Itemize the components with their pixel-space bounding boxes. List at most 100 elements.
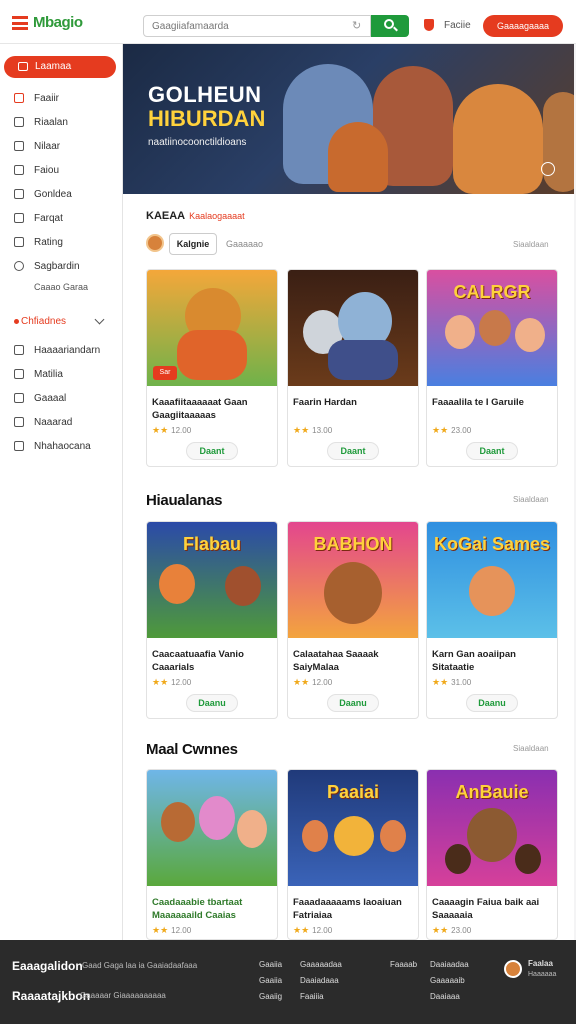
footer-link[interactable]: Daaiaaa — [430, 992, 460, 1001]
game-thumbnail[interactable]: CALRGR — [427, 270, 557, 386]
game-card[interactable]: BABHON Calaatahaa Saaaak SaiyMalaa ★★ 12.… — [287, 521, 419, 719]
game-title[interactable]: Caaaagin Faiua baik aai Saaaaaia — [432, 896, 554, 922]
info-icon[interactable] — [541, 162, 555, 176]
game-card[interactable]: Faarin Hardan ★★ 13.00 Daant — [287, 269, 419, 467]
footer-link[interactable]: Gaaaaaib — [430, 976, 465, 985]
play-button[interactable]: Daanu — [327, 694, 379, 712]
sidebar-item[interactable]: Gonldea — [12, 186, 116, 204]
game-thumbnail[interactable]: Paaiai — [288, 770, 418, 886]
main-content: GOLHEUN HIBURDAN naatiinocoonctildioans … — [123, 44, 574, 940]
sidebar-item-label: Laamaa — [35, 61, 72, 72]
sidebar-item[interactable]: Nhahaocana — [12, 438, 116, 456]
section-title: Hiaualanas — [146, 492, 223, 509]
hero-title: GOLHEUN — [148, 82, 262, 107]
see-all-link[interactable]: Siaaldaan — [513, 744, 549, 753]
filter-chip[interactable]: Kalgnie — [169, 233, 217, 255]
sidebar-item[interactable]: Faiou — [12, 162, 116, 180]
play-button[interactable]: Daanu — [466, 694, 518, 712]
game-thumbnail[interactable]: AnBauie — [427, 770, 557, 886]
game-title[interactable]: Caacaatuaafia Vanio Caaarials — [152, 648, 274, 674]
pencil-icon — [14, 237, 24, 247]
sidebar-item[interactable]: Rating — [12, 234, 116, 252]
site-logo[interactable]: Mbagio — [33, 14, 83, 31]
game-thumbnail[interactable]: Sar — [147, 270, 277, 386]
game-card[interactable]: CALRGR Faaaalila te I Garuile ★★ 23.00 Da… — [426, 269, 558, 467]
game-card[interactable]: Paaiai Faaadaaaaams Iaoaiuan Fatriaiaa ★… — [287, 769, 419, 940]
footer-logo[interactable]: Raaaatajkbon — [12, 989, 90, 1003]
sidebar-item[interactable]: Naaarad — [12, 414, 116, 432]
avatar[interactable] — [504, 960, 522, 978]
game-thumbnail[interactable] — [147, 770, 277, 886]
footer-link[interactable]: Daaiaadaa — [430, 960, 469, 969]
game-thumbnail[interactable]: BABHON — [288, 522, 418, 638]
user-sub: Haaaaaa — [528, 971, 557, 978]
menu-icon[interactable] — [12, 16, 28, 30]
sidebar-section-header[interactable]: Chfiadnes — [14, 316, 66, 327]
play-button[interactable]: Daant — [466, 442, 518, 460]
header-link[interactable]: Faciie — [444, 20, 471, 31]
game-card[interactable]: Flabau Caacaatuaafia Vanio Caaarials ★★ 1… — [146, 521, 278, 719]
game-thumbnail[interactable]: KoGai Sames — [427, 522, 557, 638]
avatar[interactable] — [146, 234, 164, 252]
footer-link[interactable]: Gaaiia — [259, 960, 282, 969]
footer-logo[interactable]: Eaaagalidon — [12, 959, 83, 973]
game-card[interactable]: Sar Kaaafiitaaaaaat Gaan Gaagiitaaaaas ★… — [146, 269, 278, 467]
hero-banner[interactable]: GOLHEUN HIBURDAN naatiinocoonctildioans — [123, 44, 574, 194]
sidebar-item[interactable]: Haaaariandarn — [12, 342, 116, 360]
rating: ★★ 12.00 — [152, 425, 192, 435]
top-bar: Mbagio Gaagiiafamaarda ↻ Faciie Gaaaagaa… — [0, 0, 576, 44]
search-input[interactable]: Gaagiiafamaarda — [143, 15, 371, 37]
sidebar-item[interactable]: Riaalan — [12, 114, 116, 132]
filter-label[interactable]: Gaaaaao — [226, 239, 263, 249]
see-all-link[interactable]: Siaaldaan — [513, 495, 549, 504]
game-title[interactable]: Caadaaabie tbartaat Maaaaaaild Caaias — [152, 896, 274, 922]
footer-link[interactable]: Gaaaaadaa — [300, 960, 342, 969]
rating: ★★ 13.00 — [293, 425, 333, 435]
game-thumbnail[interactable]: Flabau — [147, 522, 277, 638]
sidebar-item[interactable]: Faaiir — [12, 90, 116, 108]
box-icon — [14, 189, 24, 199]
game-thumbnail[interactable] — [288, 270, 418, 386]
see-all-link[interactable]: Siaaldaan — [513, 240, 549, 249]
sidebar-item[interactable]: Farqat — [12, 210, 116, 228]
shield-icon[interactable] — [424, 19, 434, 31]
image-icon — [14, 345, 24, 355]
game-title[interactable]: Faarin Hardan — [293, 396, 415, 409]
game-title[interactable]: Kaaafiitaaaaaat Gaan Gaagiitaaaaas — [152, 396, 274, 422]
thumbnail-title: BABHON — [313, 534, 393, 554]
badge: Sar — [153, 366, 177, 380]
clear-search-icon[interactable]: ↻ — [352, 19, 361, 32]
bookmark-icon — [14, 213, 24, 223]
footer-link[interactable]: Gaaiig — [259, 992, 282, 1001]
sidebar-item[interactable]: Sagbardin — [12, 258, 116, 276]
footer-link[interactable]: Gaaiia — [259, 976, 282, 985]
footer-link[interactable]: Faaiiia — [300, 992, 324, 1001]
game-title[interactable]: Faaadaaaaams Iaoaiuan Fatriaiaa — [293, 896, 415, 922]
game-card[interactable]: Caadaaabie tbartaat Maaaaaaild Caaias ★★… — [146, 769, 278, 940]
signup-button[interactable]: Gaaaagaaaa — [483, 15, 563, 37]
hero-character — [453, 84, 543, 194]
game-title[interactable]: Calaatahaa Saaaak SaiyMalaa — [293, 648, 415, 674]
footer-link[interactable]: Faaaab — [390, 960, 417, 969]
game-title[interactable]: Karn Gan aoaiipan Sitataatie — [432, 648, 554, 674]
play-button[interactable]: Daanu — [186, 694, 238, 712]
game-card[interactable]: AnBauie Caaaagin Faiua baik aai Saaaaaia… — [426, 769, 558, 940]
thumbnail-title: Flabau — [182, 534, 241, 554]
sidebar-item-active[interactable]: Laamaa — [4, 56, 116, 78]
sidebar-item[interactable]: Matilia — [12, 366, 116, 384]
search-button[interactable] — [371, 15, 409, 37]
game-card[interactable]: KoGai Sames Karn Gan aoaiipan Sitataatie… — [426, 521, 558, 719]
chevron-down-icon[interactable] — [94, 314, 105, 325]
user-name[interactable]: Faalaa — [528, 959, 553, 968]
sidebar-item[interactable]: Gaaaal — [12, 390, 116, 408]
sidebar-sublink[interactable]: Caaao Garaa — [34, 282, 88, 292]
game-title[interactable]: Faaaalila te I Garuile — [432, 396, 554, 409]
play-button[interactable]: Daant — [327, 442, 379, 460]
footer-link[interactable]: Daaiadaaa — [300, 976, 339, 985]
sidebar-item[interactable]: Nilaar — [12, 138, 116, 156]
section-title: KAEAA Kaalaogaaaat — [146, 210, 245, 222]
play-button[interactable]: Daant — [186, 442, 238, 460]
section-tag: Kaalaogaaaat — [189, 211, 245, 221]
thumbnail-title: CALRGR — [453, 282, 531, 302]
pencil-icon — [14, 369, 24, 379]
